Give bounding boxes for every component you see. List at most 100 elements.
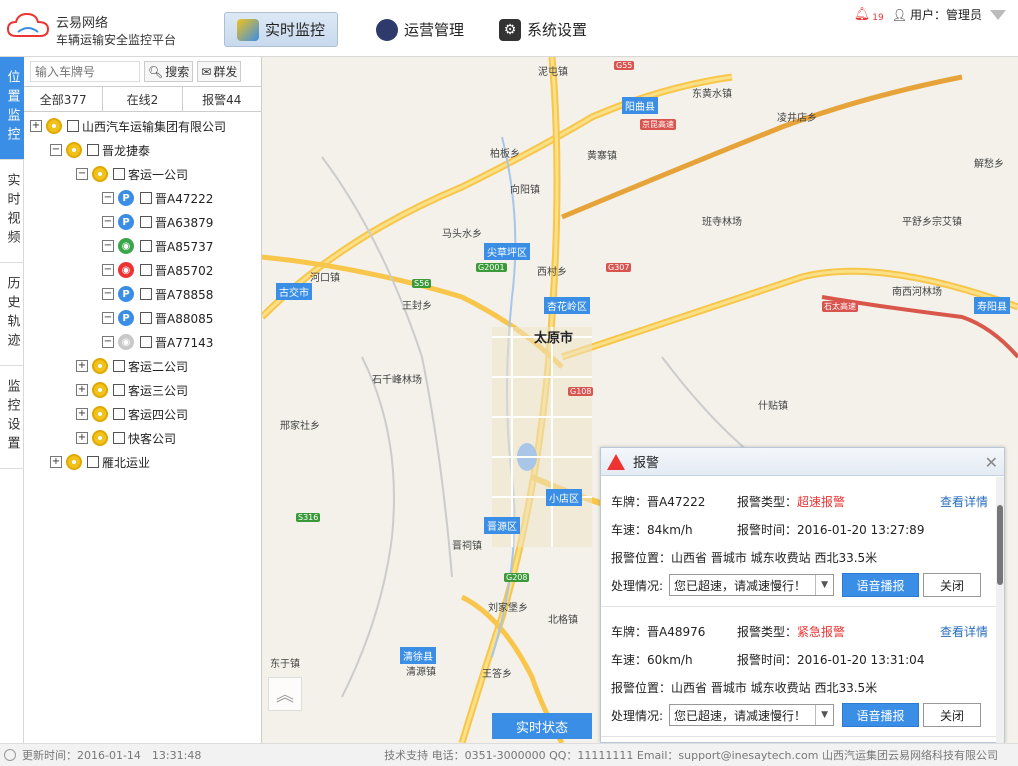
expand-icon[interactable]: +	[76, 384, 88, 396]
scrollbar-thumb[interactable]	[997, 505, 1003, 585]
tree-checkbox[interactable]	[113, 432, 125, 444]
broadcast-button[interactable]: ✉ 群发	[197, 61, 242, 82]
tab-position-monitor[interactable]: 位置监控	[0, 57, 24, 160]
leaf-icon: −	[102, 240, 114, 252]
search-icon: 🔍︎	[148, 64, 164, 79]
expand-icon[interactable]: +	[50, 456, 62, 468]
tree-checkbox[interactable]	[113, 360, 125, 372]
tree-vehicle-node[interactable]: − ◉ 晋A85737	[24, 234, 261, 258]
tree-vehicle-node[interactable]: − P 晋A78858	[24, 282, 261, 306]
map-place-label: 河口镇	[310, 273, 340, 284]
tree-checkbox[interactable]	[140, 192, 152, 204]
map-place-label: 刘家堡乡	[488, 603, 528, 614]
tree-node-group1[interactable]: − 晋龙捷泰	[24, 138, 261, 162]
tree-node-label: 快客公司	[128, 431, 177, 446]
tree-checkbox[interactable]	[67, 120, 79, 132]
district-label: 晋源区	[484, 517, 520, 534]
nav-system-settings[interactable]: ⚙ 系统设置	[487, 12, 599, 47]
tree-checkbox[interactable]	[113, 408, 125, 420]
nav-operations[interactable]: 运营管理	[364, 12, 476, 47]
leaf-icon: −	[102, 312, 114, 324]
scrollbar[interactable]	[996, 477, 1004, 743]
tree-vehicle-node[interactable]: − P 晋A63879	[24, 210, 261, 234]
voice-broadcast-button[interactable]: 语音播报	[842, 573, 920, 597]
tree-node-root[interactable]: + 山西汽车运输集团有限公司	[24, 114, 261, 138]
scroll-up-icon[interactable]: ︽	[268, 677, 302, 711]
view-detail-link[interactable]: 查看详情	[940, 493, 988, 510]
close-icon[interactable]: ✕	[985, 453, 998, 472]
expand-icon[interactable]: +	[30, 120, 42, 132]
map-place-label: 王封乡	[402, 301, 432, 312]
vehicle-moving-icon: ◉	[118, 238, 134, 254]
tree-checkbox[interactable]	[113, 384, 125, 396]
road-label: S316	[296, 513, 321, 522]
power-icon	[4, 749, 16, 761]
tree-vehicle-node[interactable]: − P 晋A88085	[24, 306, 261, 330]
alarm-type-label: 报警类型：	[737, 624, 798, 639]
view-detail-link[interactable]: 查看详情	[940, 623, 988, 640]
tab-realtime-video[interactable]: 实时视频	[0, 160, 24, 263]
vehicle-plate: 晋A47222	[155, 191, 214, 206]
nav-realtime-monitor[interactable]: 实时监控	[224, 12, 339, 47]
alarm-type-value: 紧急报警	[797, 624, 846, 639]
steering-wheel-icon	[92, 382, 108, 398]
top-header: 云易网络 车辆运输安全监控平台 实时监控 运营管理 ⚙ 系统设置 🔔︎ 19 👤…	[0, 0, 1018, 57]
tree-vehicle-node[interactable]: − ◉ 晋A77143	[24, 330, 261, 354]
tree-vehicle-node[interactable]: − ◉ 晋A85702	[24, 258, 261, 282]
handling-select[interactable]: 您已超速，请减速慢行！ ▼	[669, 704, 835, 726]
tree-checkbox[interactable]	[140, 240, 152, 252]
tab-history-track[interactable]: 历史轨迹	[0, 263, 24, 366]
district-label: 寿阳县	[974, 297, 1010, 314]
tree-node-sub[interactable]: + 客运三公司	[24, 378, 261, 402]
tree-node-sub[interactable]: + 客运四公司	[24, 402, 261, 426]
tree-checkbox[interactable]	[87, 456, 99, 468]
tree-checkbox[interactable]	[87, 144, 99, 156]
voice-broadcast-button[interactable]: 语音播报	[842, 703, 920, 727]
tree-node-label: 客运四公司	[128, 407, 189, 422]
map-place-label: 东于镇	[270, 659, 300, 670]
tree-checkbox[interactable]	[140, 288, 152, 300]
tab-online[interactable]: 在线2	[103, 87, 183, 111]
alarm-row: 处理情况: 您已超速，请减速慢行！ ▼ 语音播报 关闭	[611, 701, 988, 729]
tree-node-sub1[interactable]: − 客运一公司	[24, 162, 261, 186]
close-alarm-button[interactable]: 关闭	[923, 703, 982, 727]
map-place-label: 南西河林场	[892, 287, 942, 298]
tab-all[interactable]: 全部377	[24, 87, 104, 111]
expand-icon[interactable]: +	[76, 408, 88, 420]
collapse-icon[interactable]: −	[50, 144, 62, 156]
road-label: G307	[606, 263, 632, 272]
brand-name: 云易网络	[56, 16, 109, 31]
realtime-status-button[interactable]: 实时状态	[492, 713, 592, 739]
alarm-record: 车牌：晋A47222 报警类型： 超速报警 查看详情 车速：84km/h 报警时间：201…	[601, 477, 998, 607]
collapse-icon[interactable]: −	[76, 168, 88, 180]
tree-checkbox[interactable]	[140, 216, 152, 228]
tab-alarm[interactable]: 报警44	[183, 87, 261, 111]
close-alarm-button[interactable]: 关闭	[923, 573, 982, 597]
tree-node-sub[interactable]: + 客运二公司	[24, 354, 261, 378]
tree-node-label: 客运三公司	[128, 383, 189, 398]
handling-select[interactable]: 您已超速，请减速慢行！ ▼	[669, 574, 835, 596]
tree-node-group2[interactable]: + 雁北运业	[24, 450, 261, 474]
expand-icon[interactable]: +	[76, 360, 88, 372]
search-button[interactable]: 🔍︎ 搜索	[144, 61, 194, 82]
tree-checkbox[interactable]	[140, 264, 152, 276]
tree-checkbox[interactable]	[140, 336, 152, 348]
tree-checkbox[interactable]	[140, 312, 152, 324]
expand-icon[interactable]: +	[76, 432, 88, 444]
district-label: 清徐县	[400, 647, 436, 664]
steering-wheel-icon	[92, 430, 108, 446]
tree-node-sub[interactable]: + 快客公司	[24, 426, 261, 450]
tree-checkbox[interactable]	[113, 168, 125, 180]
district-label: 杏花岭区	[544, 297, 590, 314]
tree-vehicle-node[interactable]: − P 晋A47222	[24, 186, 261, 210]
nav-label: 实时监控	[265, 21, 326, 39]
alert-count: 19	[872, 12, 884, 23]
leaf-icon: −	[102, 216, 114, 228]
plate-search-input[interactable]	[30, 61, 140, 82]
leaf-icon: −	[102, 264, 114, 276]
chevron-down-icon[interactable]	[990, 9, 1006, 20]
side-tabs: 位置监控 实时视频 历史轨迹 监控设置	[0, 57, 24, 743]
tab-monitor-settings[interactable]: 监控设置	[0, 366, 24, 469]
district-label: 小店区	[546, 489, 582, 506]
bell-icon[interactable]: 🔔︎	[854, 7, 871, 22]
